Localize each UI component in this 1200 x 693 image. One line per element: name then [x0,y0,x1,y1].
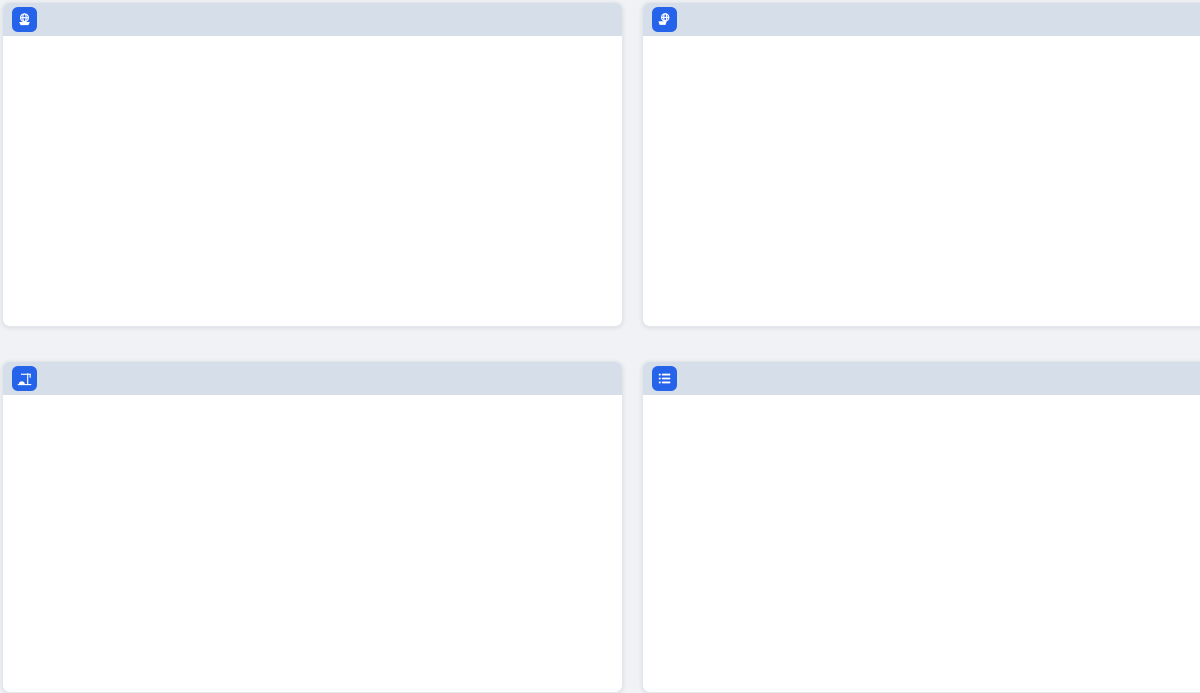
domestic-ports-donut[interactable] [138,412,390,664]
port-crane-icon [12,366,37,391]
importers-panel-header [643,3,1200,36]
hs-list-icon [652,366,677,391]
donut-hole [187,461,341,615]
hs-codes-chart-area [643,395,1200,692]
hs-codes-panel-header [643,362,1200,395]
importers-chart-area [643,36,1200,326]
ship-globe-icon [12,7,37,32]
exporters-panel-header [3,3,622,36]
exporters-panel [2,2,623,327]
importers-panel [642,2,1200,327]
ship-globe-icon [652,7,677,32]
domestic-ports-panel [2,361,623,693]
domestic-ports-panel-header [3,362,622,395]
exporters-chart-area [3,36,622,326]
hs-codes-panel [642,361,1200,693]
domestic-ports-chart-area [3,395,622,692]
